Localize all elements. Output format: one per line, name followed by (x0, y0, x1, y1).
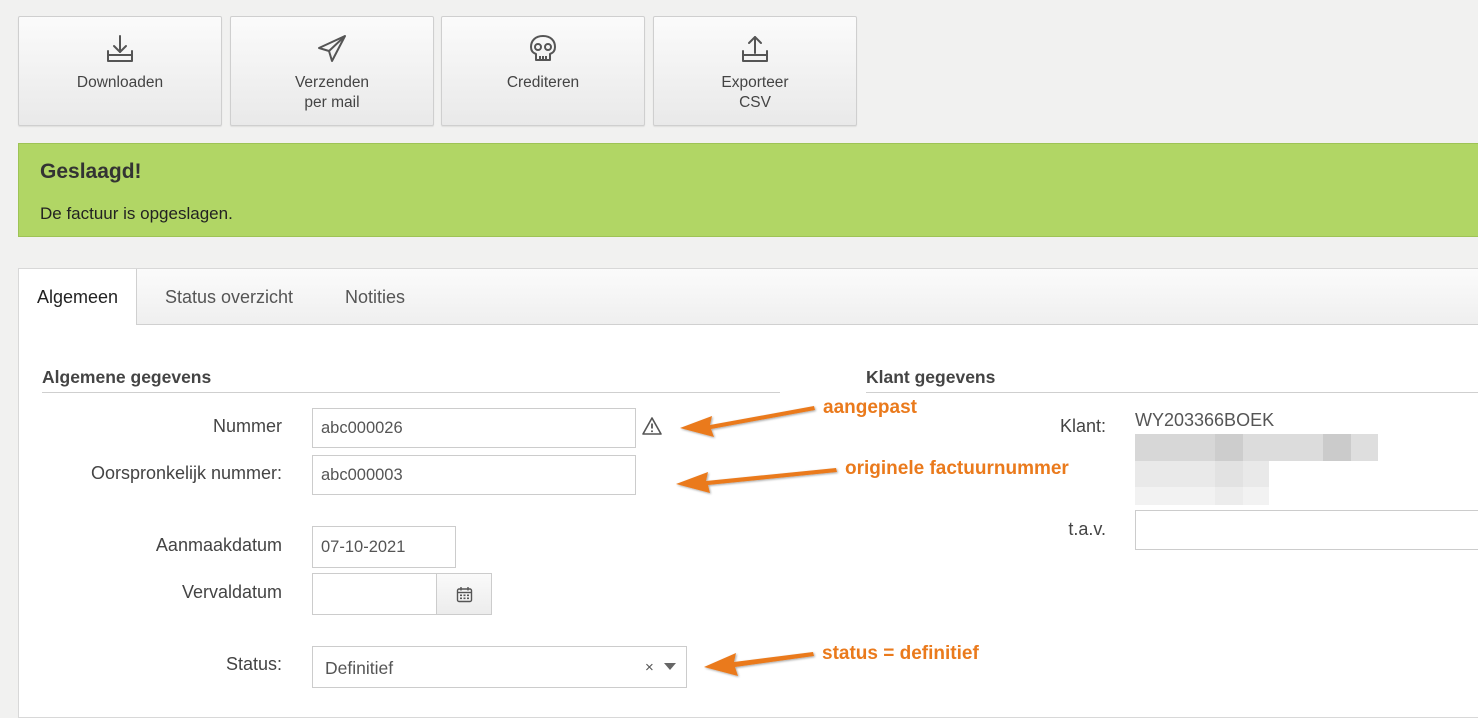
download-label: Downloaden (76, 74, 164, 91)
attention-input[interactable] (1135, 510, 1478, 550)
warning-icon (642, 417, 662, 435)
chevron-down-icon[interactable] (664, 663, 676, 670)
number-input[interactable] (312, 408, 636, 448)
general-section-divider (42, 392, 780, 393)
general-section-title: Algemene gegevens (42, 367, 212, 387)
status-value: Definitief (325, 658, 394, 678)
original-number-label: Oorspronkelijk nummer: (90, 463, 282, 483)
tab-bar: Algemeen Status overzicht Notities (19, 269, 1478, 325)
redacted-customer-info (1135, 434, 1378, 461)
credit-label: Crediteren (506, 74, 580, 91)
original-number-input[interactable] (312, 455, 636, 495)
due-date-picker-button[interactable] (436, 573, 492, 615)
calendar-icon (456, 587, 473, 603)
tab-algemeen[interactable]: Algemeen (19, 269, 138, 325)
download-button[interactable]: Downloaden (18, 16, 222, 126)
tab-notities[interactable]: Notities (327, 269, 423, 324)
note-status-definitief: status = definitief (822, 643, 979, 664)
invoice-panel: Algemeen Status overzicht Notities Algem… (18, 268, 1478, 718)
customer-label: Klant: (1059, 416, 1106, 436)
status-select[interactable]: Definitief (312, 646, 687, 688)
send-mail-button[interactable]: Verzenden per mail (230, 16, 434, 126)
note-aangepast: aangepast (823, 397, 917, 418)
attention-label: t.a.v. (1068, 519, 1106, 539)
success-alert: Geslaagd! De factuur is opgeslagen. (18, 143, 1478, 237)
customer-section-title: Klant gegevens (866, 367, 996, 387)
due-date-label: Vervaldatum (181, 582, 282, 602)
tab-status-overzicht[interactable]: Status overzicht (147, 269, 311, 324)
status-label: Status: (225, 654, 282, 674)
due-date-input[interactable] (312, 573, 437, 615)
send-mail-label: Verzenden per mail (294, 74, 370, 111)
number-label: Nummer (212, 416, 282, 436)
customer-section-divider (866, 392, 1478, 393)
paper-plane-icon (318, 35, 346, 62)
credit-button[interactable]: Crediteren (441, 16, 645, 126)
skull-icon (530, 35, 556, 61)
created-date-input[interactable] (312, 526, 456, 568)
alert-title: Geslaagd! (40, 160, 142, 183)
download-tray-icon (107, 35, 133, 62)
redacted-customer-address (1135, 461, 1269, 487)
upload-tray-icon (742, 36, 768, 62)
customer-code: WY203366BOEK (1135, 410, 1275, 430)
note-originele-factuurnummer: originele factuurnummer (845, 458, 1069, 479)
export-csv-label: Exporteer CSV (721, 74, 789, 111)
alert-message: De factuur is opgeslagen. (40, 204, 233, 223)
export-csv-button[interactable]: Exporteer CSV (653, 16, 857, 126)
redacted-customer-city (1135, 487, 1269, 505)
status-clear-icon[interactable]: × (645, 659, 654, 676)
created-date-label: Aanmaakdatum (155, 535, 282, 555)
